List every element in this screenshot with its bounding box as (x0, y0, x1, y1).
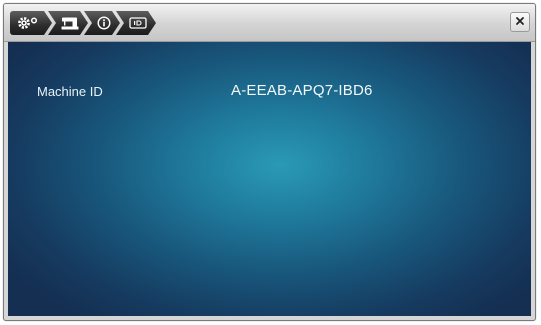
id-card-icon (129, 17, 147, 29)
breadcrumb-info[interactable] (84, 11, 120, 35)
machine-info-window: Machine ID A-EEAB-APQ7-IBD6 (3, 3, 536, 321)
machine-id-label: Machine ID (37, 84, 103, 99)
info-icon (97, 16, 111, 30)
sewing-machine-icon (61, 17, 79, 30)
close-icon (515, 13, 525, 31)
machine-info-panel: Machine ID A-EEAB-APQ7-IBD6 (8, 42, 531, 316)
machine-id-value: A-EEAB-APQ7-IBD6 (231, 82, 373, 99)
settings-icon (17, 16, 39, 30)
breadcrumb-settings[interactable] (10, 11, 52, 35)
toolbar (4, 4, 535, 42)
breadcrumb-machine[interactable] (48, 11, 88, 35)
close-button[interactable] (510, 12, 530, 32)
breadcrumb-machine-id[interactable] (116, 11, 156, 35)
breadcrumb (10, 11, 152, 35)
